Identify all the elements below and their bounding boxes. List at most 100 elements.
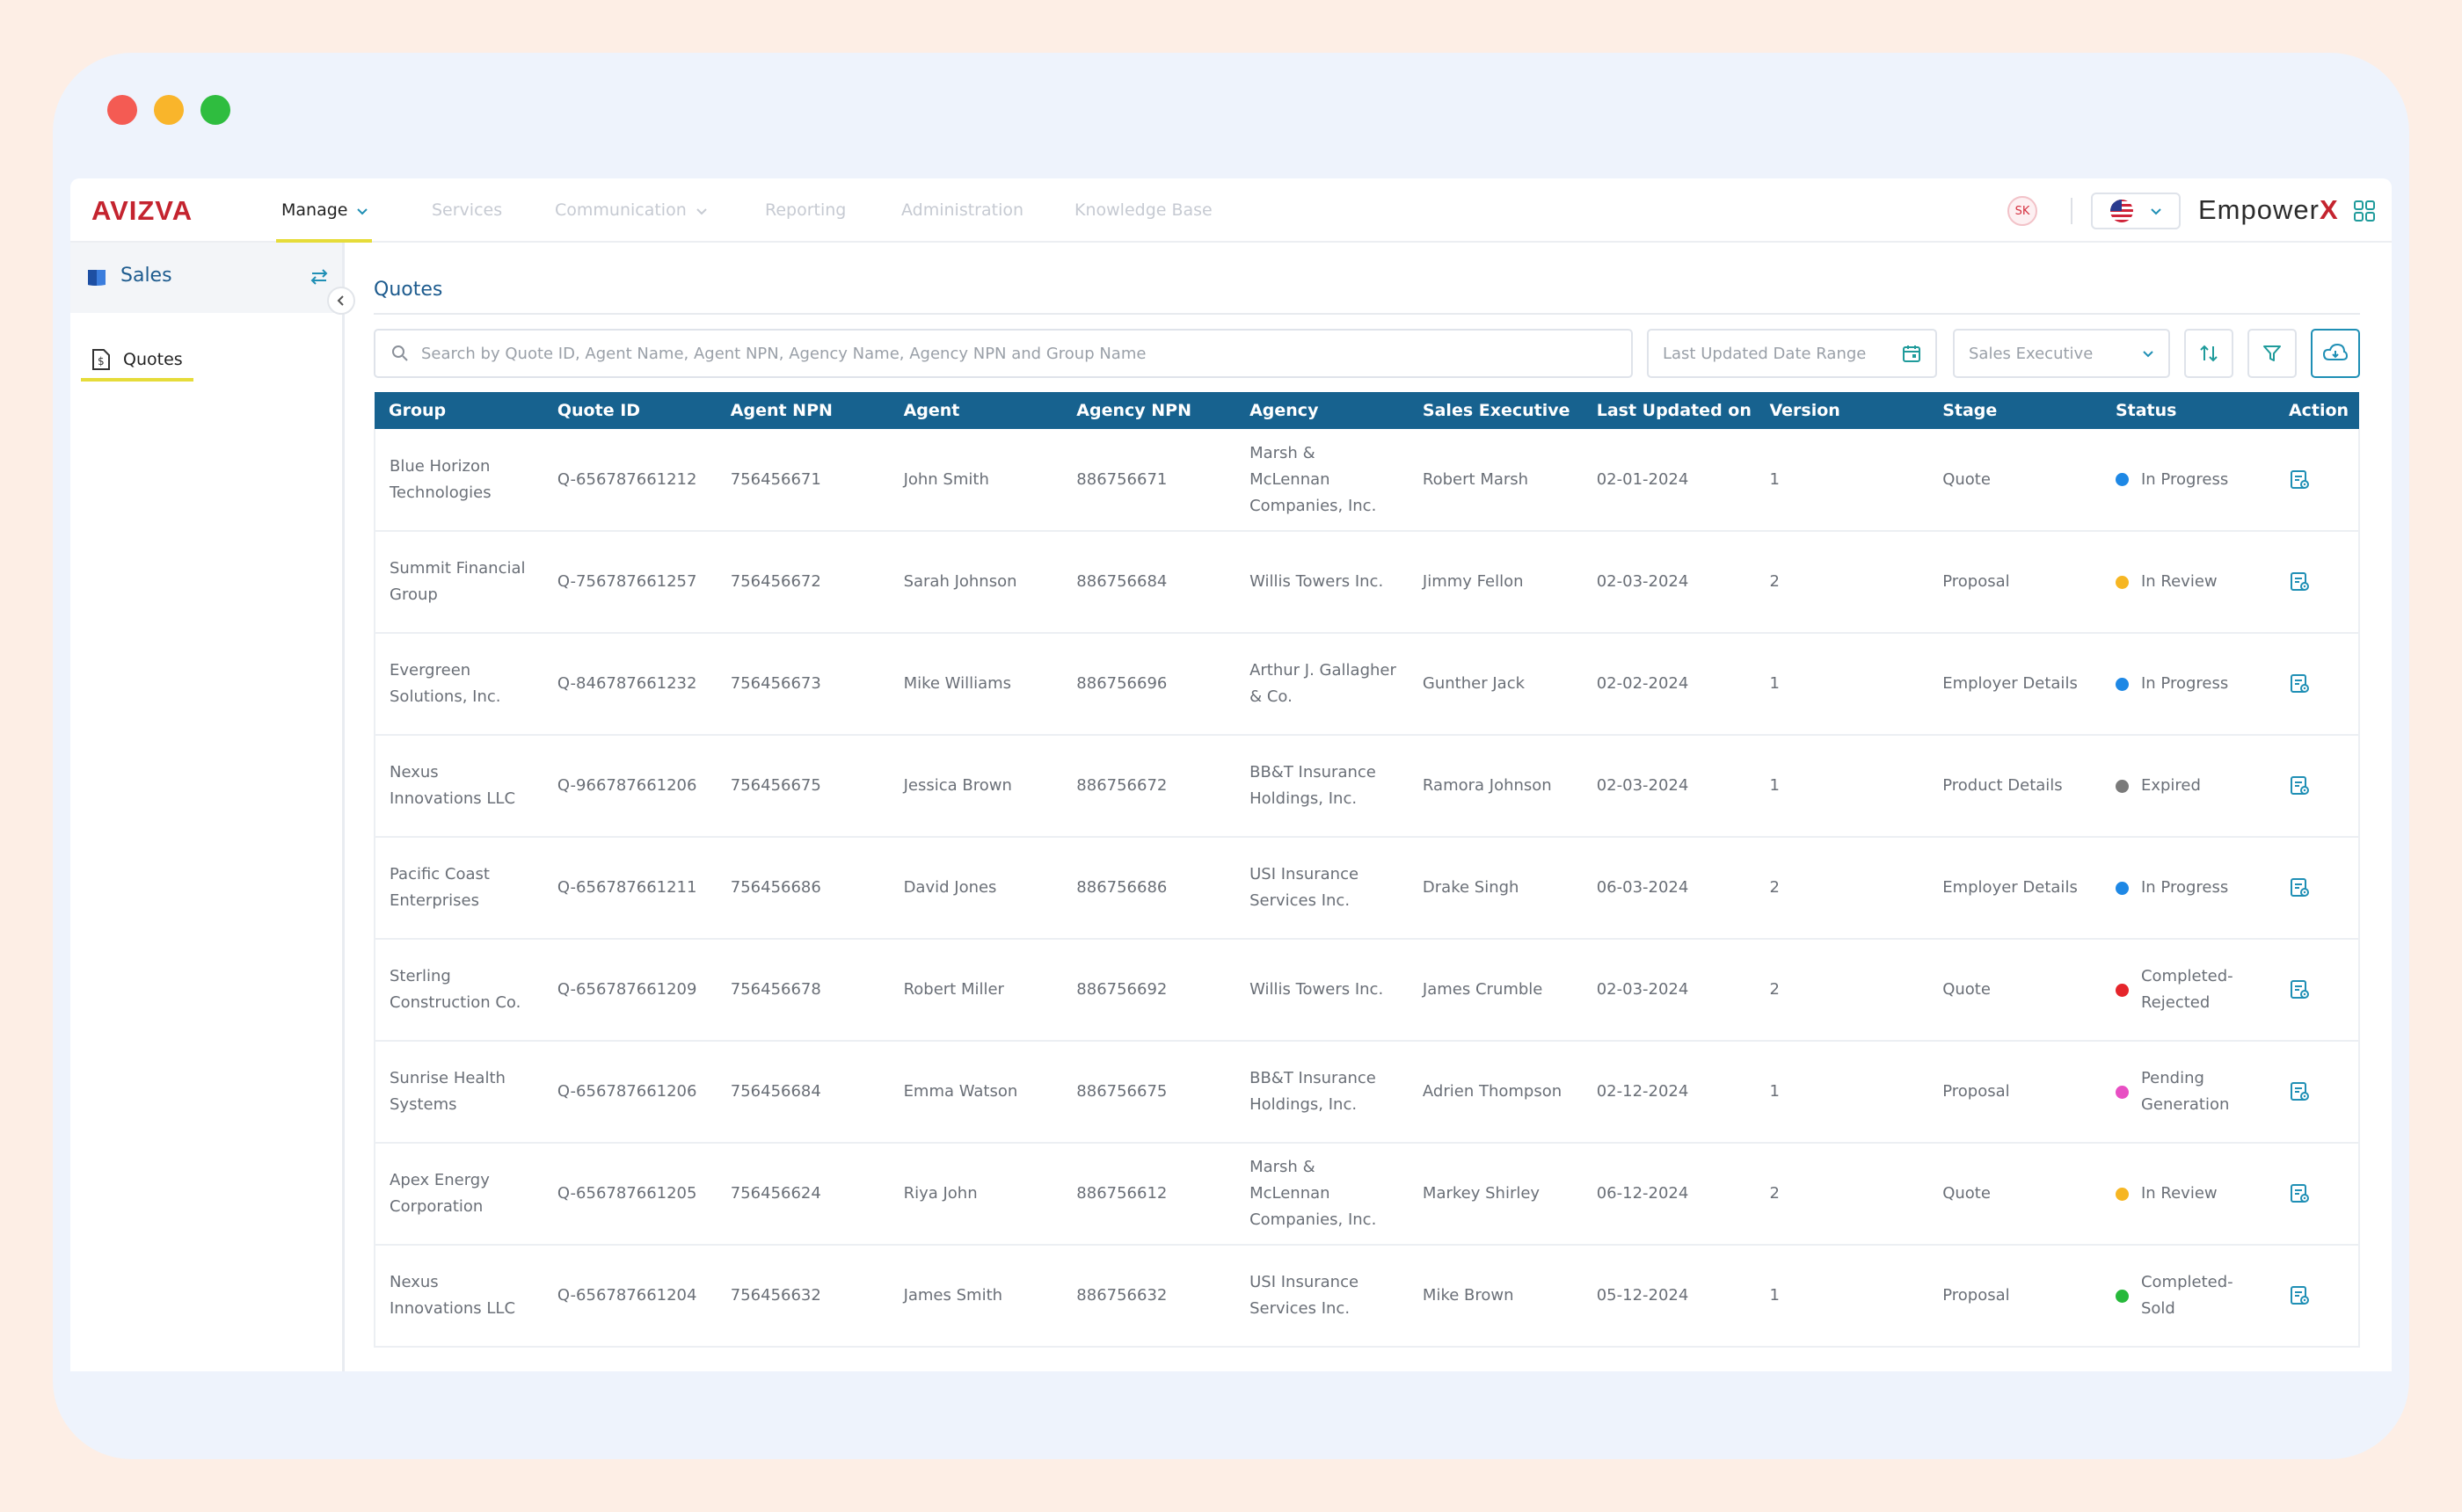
version-cell: 1 — [1769, 1286, 1780, 1305]
nav-knowledge-base[interactable]: Knowledge Base — [1074, 178, 1213, 243]
last-updated-cell: 02-03-2024 — [1596, 980, 1689, 999]
nav-services[interactable]: Services — [432, 178, 502, 243]
version-cell: 2 — [1769, 572, 1780, 591]
status-dot — [2115, 575, 2129, 589]
agency-cell: Marsh & McLennan Companies, Inc. — [1249, 1158, 1377, 1229]
sidebar: Sales $ Quotes — [70, 243, 345, 1371]
brand-suffix: X — [2319, 194, 2339, 225]
column-header-agent[interactable]: Agent — [890, 392, 1063, 429]
view-quote-icon[interactable] — [2289, 774, 2312, 797]
view-quote-icon[interactable] — [2289, 469, 2312, 491]
table-row[interactable]: Apex Energy Corporation Q-656787661205 756… — [374, 1143, 2361, 1245]
sort-button[interactable] — [2184, 329, 2233, 378]
quote-id-cell: Q-656787661212 — [557, 469, 697, 489]
sales-executive-select[interactable]: Sales Executive — [1953, 329, 2170, 378]
table-row[interactable]: Evergreen Solutions, Inc. Q-846787661232 7… — [374, 633, 2361, 735]
export-button[interactable] — [2311, 329, 2360, 378]
version-cell: 1 — [1769, 776, 1780, 795]
view-quote-icon[interactable] — [2289, 1284, 2312, 1307]
group-cell: Pacific Coast Enterprises — [374, 837, 543, 939]
app-window: AVIZVA Manage Services Communication Rep… — [53, 53, 2409, 1459]
nav-reporting-label: Reporting — [765, 200, 847, 220]
column-header-quote-id[interactable]: Quote ID — [543, 392, 717, 429]
chevron-down-icon — [357, 207, 368, 214]
column-header-agency[interactable]: Agency — [1235, 392, 1409, 429]
table-row[interactable]: Blue Horizon Technologies Q-656787661212 7… — [374, 429, 2361, 531]
table-row[interactable]: Sunrise Health Systems Q-656787661206 7564… — [374, 1041, 2361, 1143]
action-cell — [2274, 735, 2361, 837]
status-cell: In Progress — [2101, 429, 2275, 531]
action-cell — [2274, 939, 2361, 1041]
agency-npn-cell: 886756686 — [1076, 878, 1168, 897]
column-header-version[interactable]: Version — [1755, 392, 1928, 429]
table-row[interactable]: Nexus Innovations LLC Q-656787661204 75645… — [374, 1245, 2361, 1347]
view-quote-icon[interactable] — [2289, 978, 2312, 1001]
date-range-placeholder: Last Updated Date Range — [1663, 344, 1867, 363]
sidebar-item-quotes[interactable]: $ Quotes — [81, 338, 193, 382]
brand-prefix: Empower — [2198, 194, 2320, 225]
quote-id-cell: Q-846787661232 — [557, 674, 697, 693]
agent-npn-cell: 756456684 — [730, 1082, 821, 1101]
nav-knowledge-base-label: Knowledge Base — [1074, 200, 1213, 220]
column-header-last-updated[interactable]: Last Updated on — [1583, 392, 1756, 429]
agent-npn-cell: 756456675 — [730, 776, 821, 795]
svg-text:$: $ — [98, 355, 105, 367]
status-dot — [2115, 1187, 2129, 1201]
nav-services-label: Services — [432, 200, 503, 220]
quote-id-cell: Q-756787661257 — [557, 572, 697, 591]
agency-cell: Arthur J. Gallagher & Co. — [1249, 661, 1396, 706]
nav-administration-label: Administration — [901, 200, 1024, 220]
table-row[interactable]: Summit Financial Group Q-756787661257 7564… — [374, 531, 2361, 633]
column-header-action: Action — [2288, 401, 2349, 420]
status-dot — [2115, 779, 2129, 793]
cloud-download-icon — [2322, 343, 2349, 360]
agency-cell: Willis Towers Inc. — [1249, 980, 1384, 999]
column-header-group[interactable]: Group — [375, 392, 543, 429]
sort-icon — [2200, 345, 2218, 362]
sales-executive-placeholder: Sales Executive — [1969, 344, 2094, 363]
column-header-agency-npn[interactable]: Agency NPN — [1062, 392, 1235, 429]
table-row[interactable]: Sterling Construction Co. Q-656787661209 7… — [374, 939, 2361, 1041]
agent-cell: Riya John — [903, 1184, 978, 1203]
view-quote-icon[interactable] — [2289, 672, 2312, 695]
apps-grid-icon[interactable] — [2353, 200, 2376, 222]
group-cell: Blue Horizon Technologies — [374, 429, 543, 531]
user-avatar[interactable]: SK — [2007, 196, 2037, 226]
search-input[interactable] — [421, 344, 1617, 363]
close-window-button[interactable] — [107, 95, 137, 125]
search-box[interactable] — [374, 329, 1633, 378]
maximize-window-button[interactable] — [200, 95, 230, 125]
language-selector[interactable] — [2091, 193, 2181, 229]
agency-npn-cell: 886756692 — [1076, 980, 1168, 999]
chevron-down-icon — [2151, 208, 2161, 215]
switch-module-icon[interactable] — [308, 265, 331, 288]
view-quote-icon[interactable] — [2289, 1080, 2312, 1103]
column-header-status[interactable]: Status — [2101, 392, 2275, 429]
view-quote-icon[interactable] — [2289, 571, 2312, 593]
view-quote-icon[interactable] — [2289, 876, 2312, 899]
chevron-down-icon — [696, 207, 707, 214]
nav-manage[interactable]: Manage — [275, 178, 373, 243]
nav-administration[interactable]: Administration — [901, 178, 1023, 243]
agent-npn-cell: 756456632 — [730, 1286, 821, 1305]
sidebar-title: Sales — [120, 265, 172, 287]
status-badge: In Review — [2115, 569, 2275, 595]
minimize-window-button[interactable] — [154, 95, 184, 125]
filter-button[interactable] — [2247, 329, 2297, 378]
collapse-sidebar-button[interactable] — [327, 287, 355, 315]
column-header-sales-executive[interactable]: Sales Executive — [1409, 392, 1583, 429]
action-cell — [2274, 531, 2361, 633]
table-row[interactable]: Nexus Innovations LLC Q-966787661206 75645… — [374, 735, 2361, 837]
avizva-logo[interactable]: AVIZVA — [91, 193, 197, 228]
stage-cell: Quote — [1942, 980, 1991, 999]
agency-cell: BB&T Insurance Holdings, Inc. — [1249, 763, 1376, 808]
view-quote-icon[interactable] — [2289, 1182, 2312, 1205]
date-range-picker[interactable]: Last Updated Date Range — [1647, 329, 1937, 378]
table-row[interactable]: Pacific Coast Enterprises Q-656787661211 7… — [374, 837, 2361, 939]
nav-manage-label: Manage — [281, 200, 348, 220]
quote-id-cell: Q-656787661205 — [557, 1184, 697, 1203]
nav-reporting[interactable]: Reporting — [765, 178, 846, 243]
column-header-agent-npn[interactable]: Agent NPN — [717, 392, 890, 429]
column-header-stage[interactable]: Stage — [1928, 392, 2101, 429]
nav-communication[interactable]: Communication — [555, 178, 708, 243]
